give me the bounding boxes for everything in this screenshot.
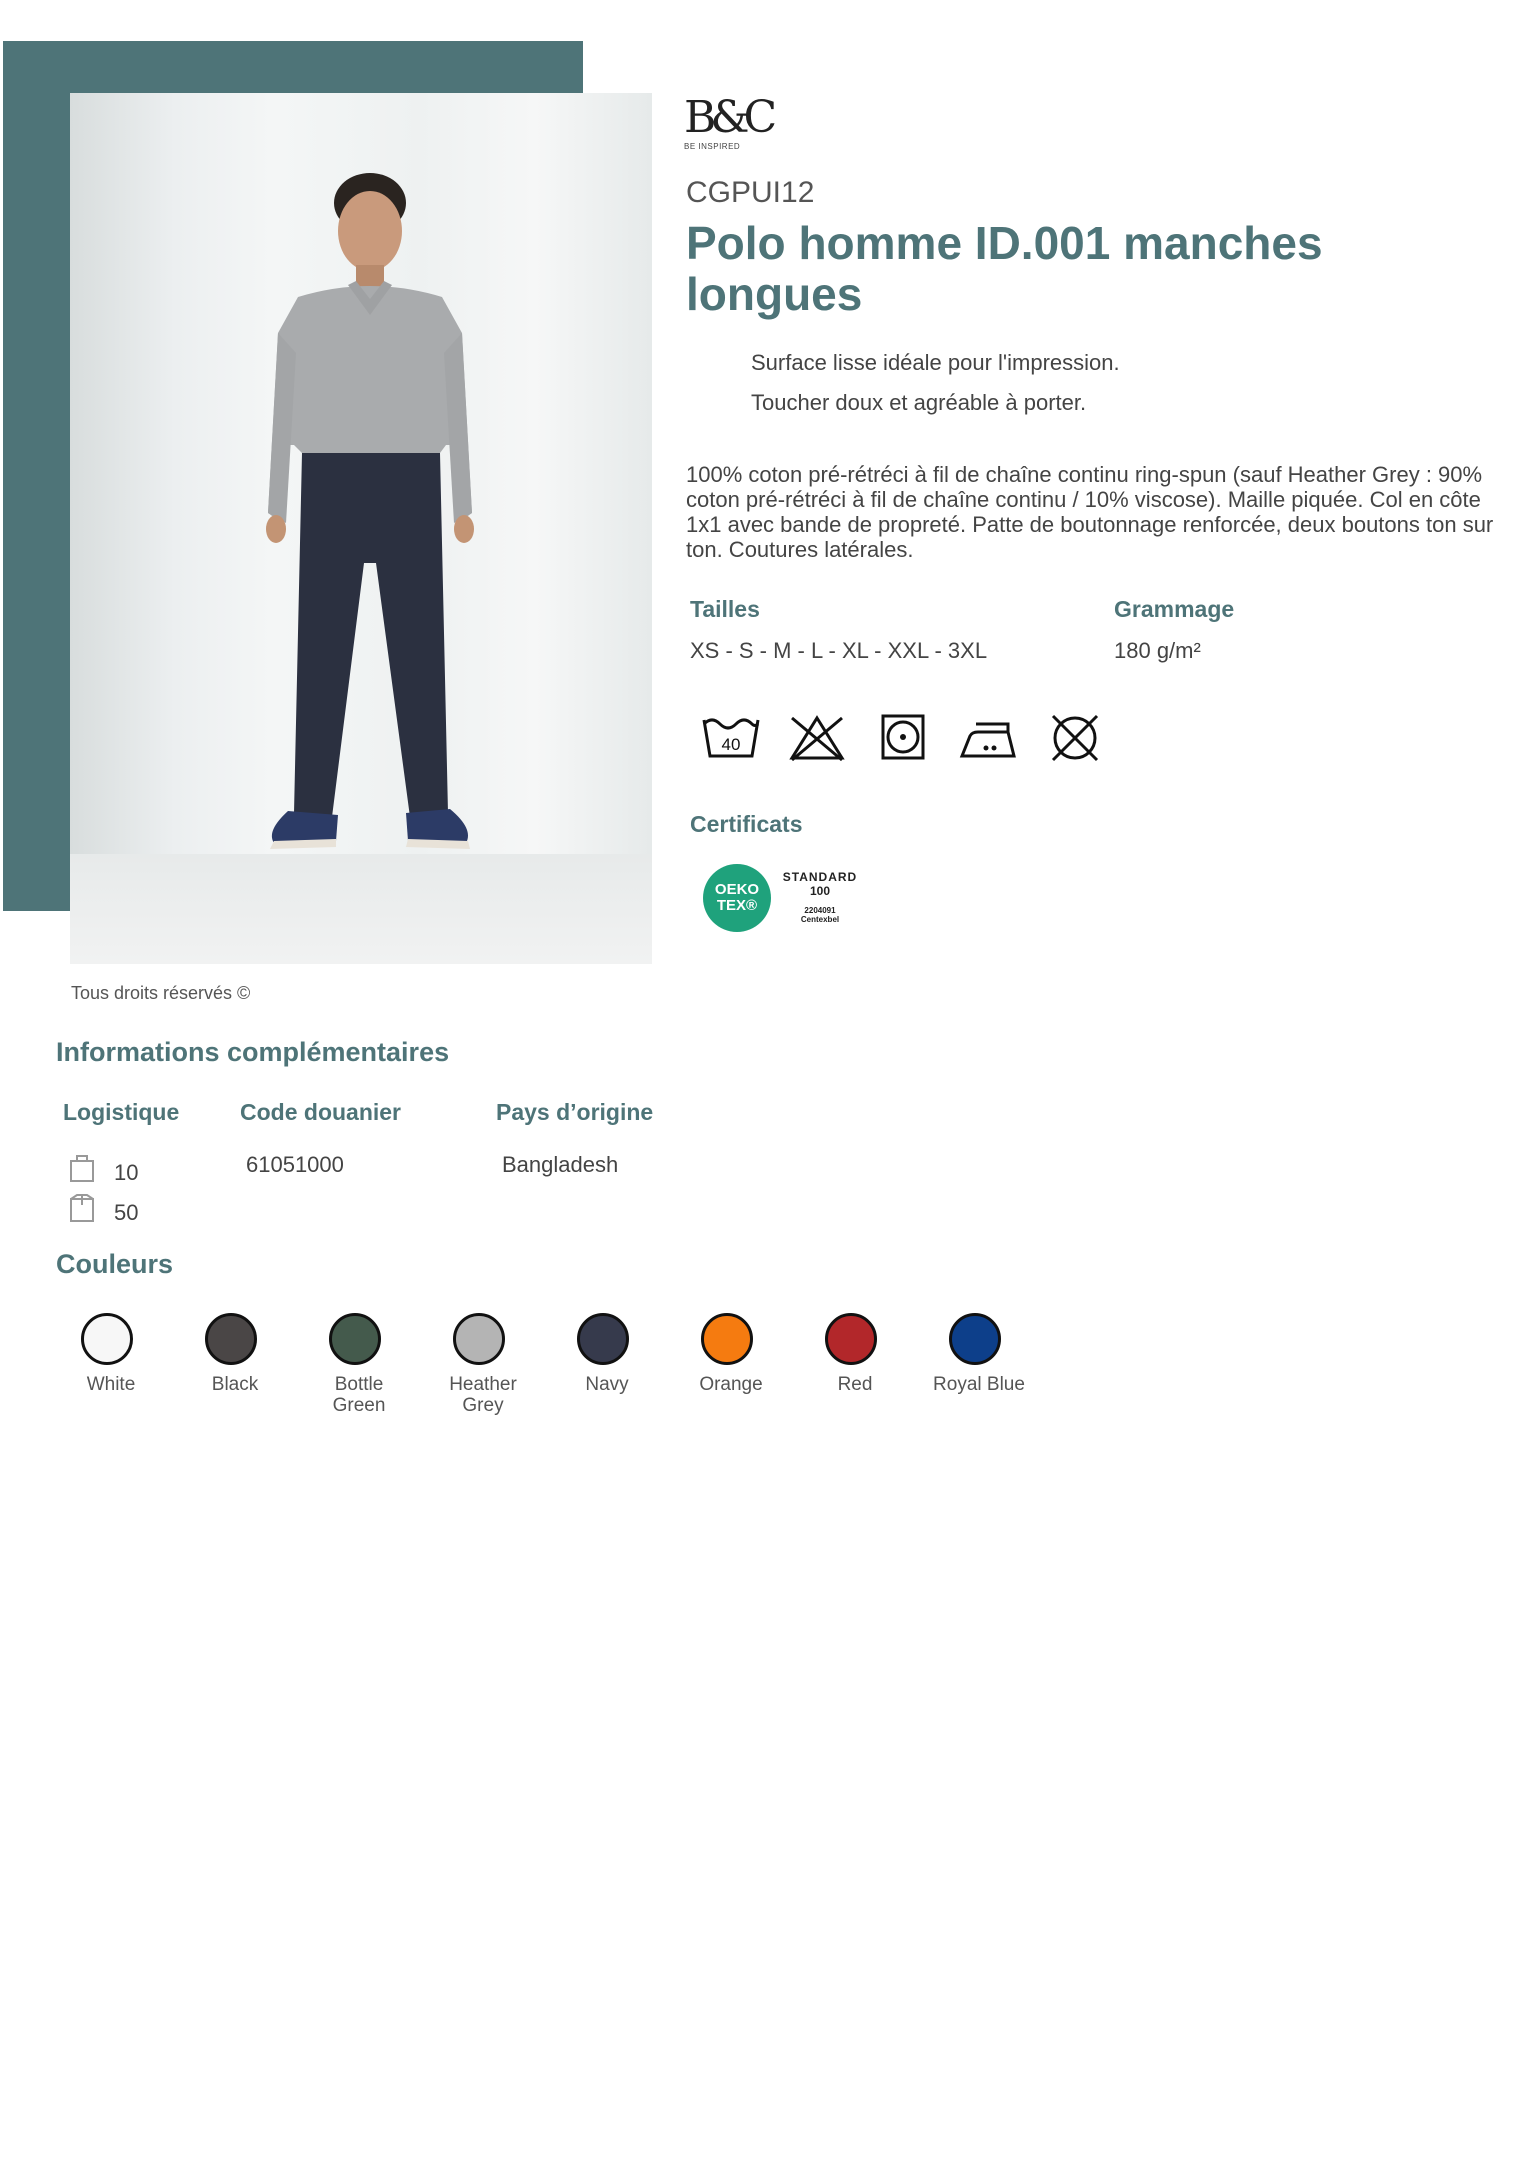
oeko-tex-badge: OEKO TEX® STANDARD 100 2204091 Centexbel bbox=[703, 864, 863, 934]
product-reference: CGPUI12 bbox=[686, 176, 815, 209]
color-name-line1: White bbox=[86, 1374, 136, 1395]
pack-large-value: 50 bbox=[114, 1200, 139, 1225]
color-name-line1: Navy bbox=[585, 1374, 629, 1395]
certificate-id: 2204091 bbox=[804, 906, 836, 915]
iron-medium-icon bbox=[958, 712, 1020, 764]
colors-section-title: Couleurs bbox=[56, 1249, 174, 1279]
origin-value: Bangladesh bbox=[502, 1152, 619, 1177]
oeko-line1: OEKO bbox=[714, 881, 760, 898]
no-bleach-icon bbox=[786, 712, 848, 764]
pack-small-value: 10 bbox=[114, 1160, 139, 1185]
wash-40-icon: 40 bbox=[700, 712, 762, 764]
color-name-line1: Heather bbox=[449, 1374, 517, 1395]
sizes-label: Tailles bbox=[690, 596, 760, 622]
color-name-line1: Orange bbox=[699, 1374, 763, 1395]
standard-text: STANDARD bbox=[782, 870, 858, 884]
color-swatch[interactable] bbox=[453, 1313, 505, 1365]
weight-value: 180 g/m² bbox=[1114, 638, 1201, 663]
info-section-title: Informations complémentaires bbox=[56, 1037, 450, 1067]
brand-logo-mark: B&C bbox=[684, 92, 777, 143]
color-swatch[interactable] bbox=[81, 1313, 133, 1365]
customs-code: 61051000 bbox=[246, 1152, 344, 1177]
weight-label: Grammage bbox=[1114, 596, 1235, 622]
origin-label: Pays d’origine bbox=[496, 1099, 654, 1125]
color-swatch[interactable] bbox=[825, 1313, 877, 1365]
large-pack-icon bbox=[70, 1194, 94, 1222]
oeko-line2: TEX® bbox=[716, 897, 758, 914]
tumble-dry-icon bbox=[872, 712, 934, 764]
color-name-line2: Grey bbox=[462, 1395, 504, 1416]
color-name-line1: Red bbox=[837, 1374, 873, 1395]
color-name: Heather Grey bbox=[423, 1374, 543, 1416]
small-pack-icon bbox=[70, 1155, 94, 1182]
color-name: Bottle Green bbox=[299, 1374, 419, 1416]
no-dry-clean-icon bbox=[1044, 712, 1106, 764]
model-illustration bbox=[266, 173, 474, 849]
color-name-line1: Bottle bbox=[334, 1374, 384, 1395]
color-name: Red bbox=[795, 1374, 915, 1395]
color-name-line1: Royal Blue bbox=[933, 1374, 1025, 1395]
sizes-value: XS - S - M - L - XL - XXL - 3XL bbox=[690, 638, 988, 663]
color-swatch[interactable] bbox=[205, 1313, 257, 1365]
certificate-body: Centexbel bbox=[800, 915, 840, 924]
color-name-line2: Green bbox=[332, 1395, 386, 1416]
color-name: White bbox=[51, 1374, 171, 1395]
feature-item: Surface lisse idéale pour l'impression. bbox=[751, 350, 1120, 375]
copyright-notice: Tous droits réservés © bbox=[71, 983, 251, 1003]
color-name: Royal Blue bbox=[919, 1374, 1039, 1395]
product-photo bbox=[70, 93, 652, 964]
feature-list: Surface lisse idéale pour l'impression. … bbox=[751, 350, 1120, 430]
color-swatch[interactable] bbox=[329, 1313, 381, 1365]
brand-logo: B&C BE INSPIRED bbox=[684, 92, 777, 162]
color-name: Navy bbox=[547, 1374, 667, 1395]
color-name: Orange bbox=[671, 1374, 791, 1395]
color-swatch[interactable] bbox=[701, 1313, 753, 1365]
product-title: Polo homme ID.001 manches longues bbox=[686, 217, 1323, 320]
customs-label: Code douanier bbox=[240, 1099, 402, 1125]
feature-item: Toucher doux et agréable à porter. bbox=[751, 390, 1087, 415]
color-swatch[interactable] bbox=[949, 1313, 1001, 1365]
oeko-tex-logo: OEKO TEX® bbox=[703, 864, 771, 932]
color-name: Black bbox=[175, 1374, 295, 1395]
oeko-standard: STANDARD 100 2204091 Centexbel bbox=[780, 870, 860, 924]
certificates-label: Certificats bbox=[690, 811, 803, 837]
color-name-line1: Black bbox=[211, 1374, 259, 1395]
color-swatch[interactable] bbox=[577, 1313, 629, 1365]
product-description: 100% coton pré-rétréci à fil de chaîne c… bbox=[686, 462, 1494, 562]
standard-number: 100 bbox=[809, 884, 831, 898]
brand-tagline: BE INSPIRED bbox=[684, 142, 741, 151]
wash-temp-text: 40 bbox=[722, 735, 741, 754]
logistics-label: Logistique bbox=[63, 1099, 180, 1125]
